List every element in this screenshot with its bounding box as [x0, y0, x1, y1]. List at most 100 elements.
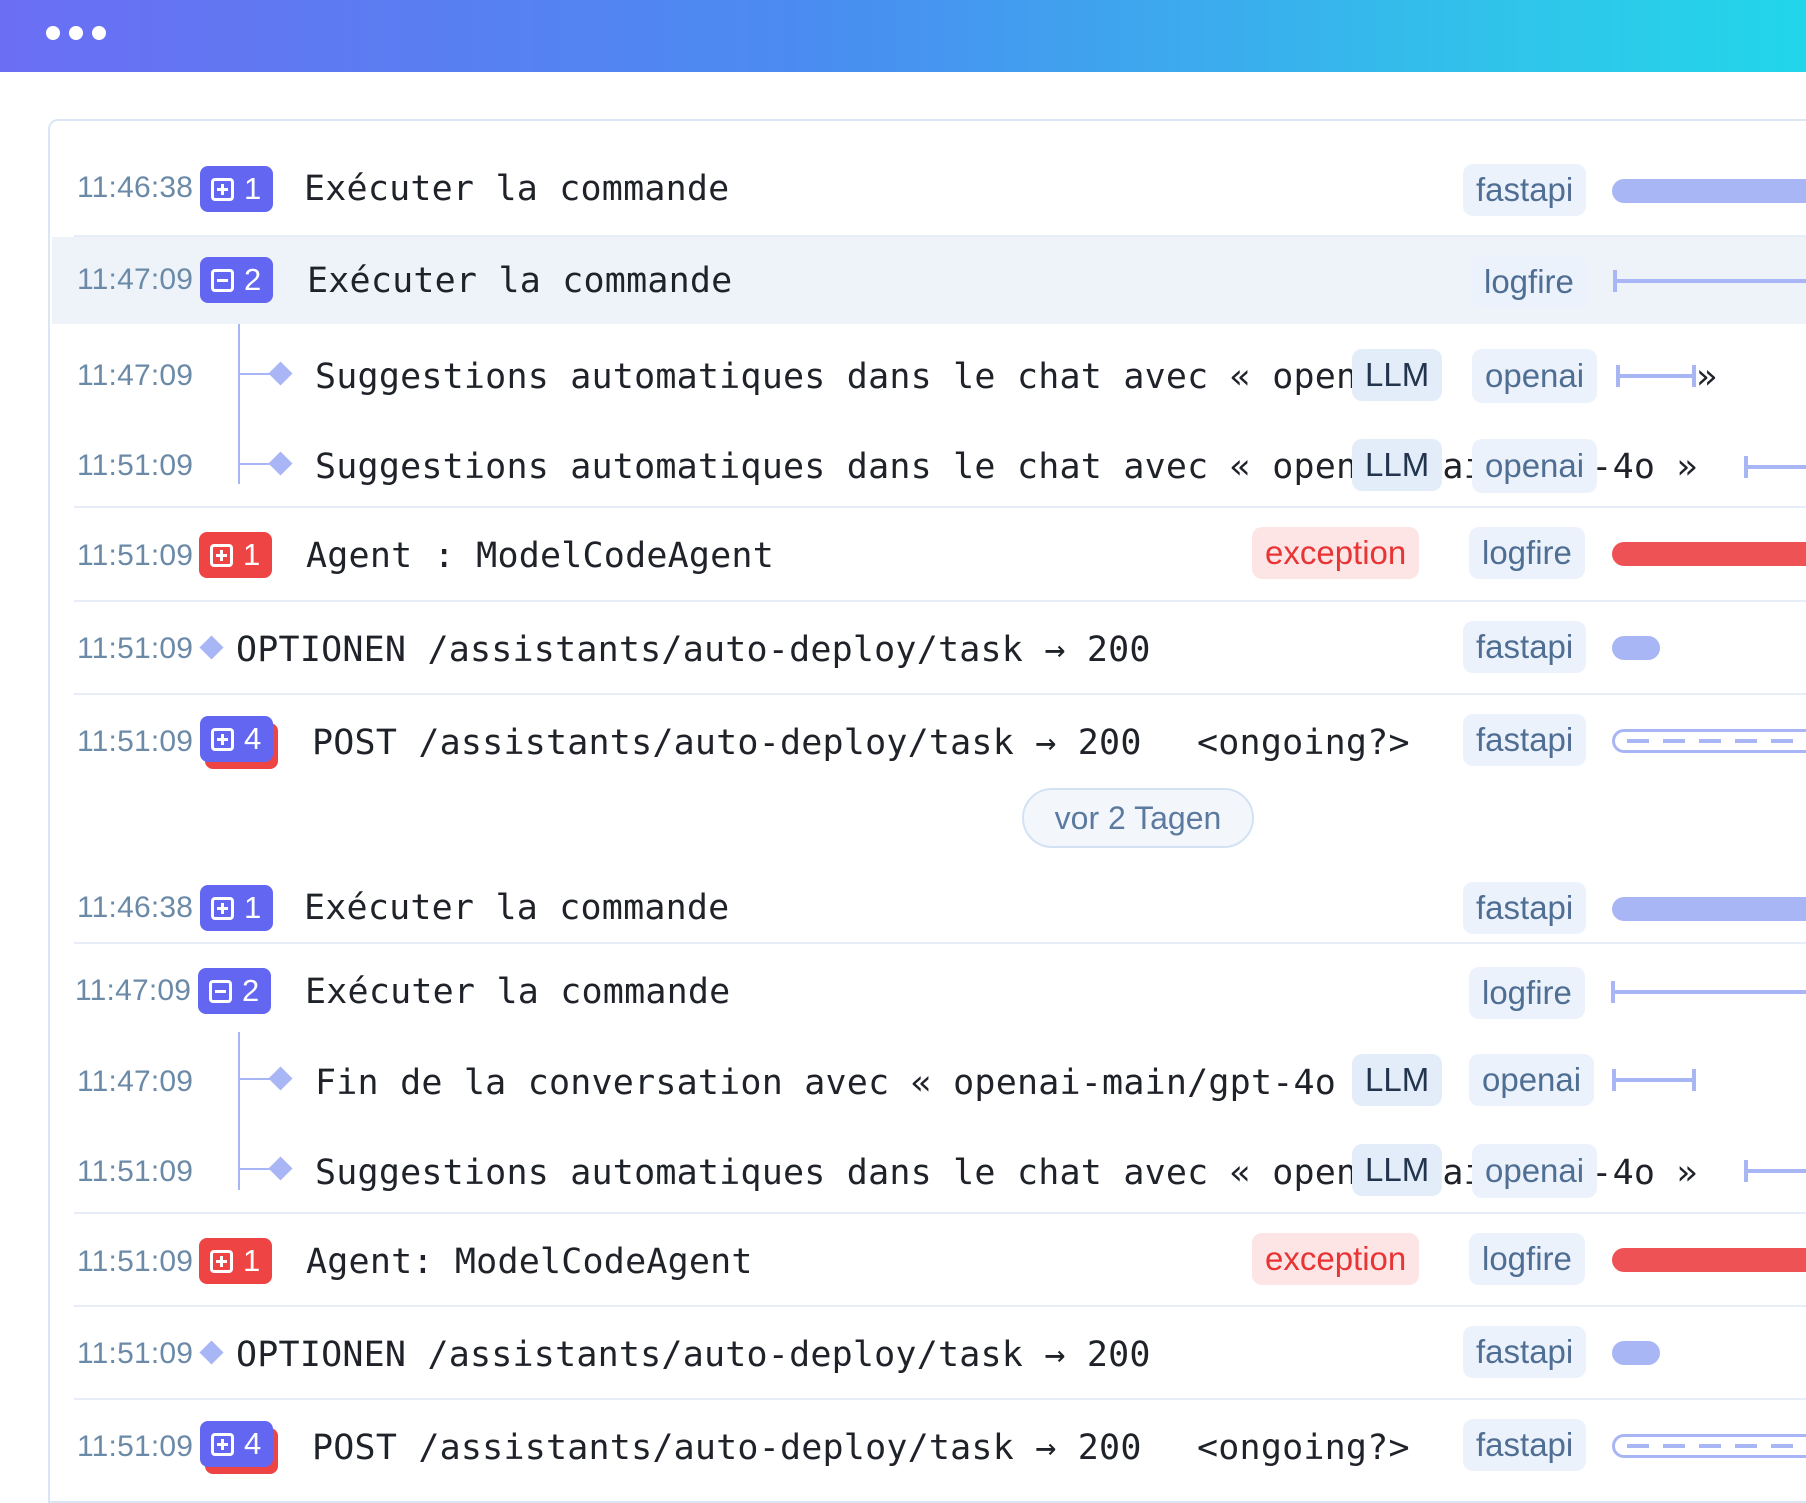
- service-tag: fastapi: [1463, 621, 1587, 673]
- span-diamond-icon: [268, 1066, 293, 1091]
- llm-tag: LLM: [1352, 349, 1443, 401]
- span-diamond-icon: [199, 1340, 224, 1365]
- timestamp: 11:47:09: [77, 359, 194, 392]
- service-tag: openai: [1472, 349, 1598, 403]
- timestamp: 11:51:09: [77, 449, 194, 482]
- service-tag: fastapi: [1463, 714, 1587, 766]
- window-dot-icon[interactable]: [92, 26, 106, 40]
- timestamp: 11:51:09: [77, 632, 194, 665]
- expand-button[interactable]: 1: [200, 885, 274, 931]
- expand-icon: [211, 727, 234, 751]
- trace-row[interactable]: 11:51:09 4 POST /assistants/auto-deploy/…: [50, 695, 1806, 787]
- span-diamond-icon: [268, 451, 293, 476]
- span-title: OPTIONEN /assistants/auto-deploy/task → …: [236, 630, 1151, 670]
- service-tag: openai: [1472, 1144, 1598, 1198]
- timestamp: 11:51:09: [77, 1337, 194, 1370]
- span-diamond-icon: [268, 1156, 293, 1181]
- ongoing-status: <ongoing?>: [1197, 1428, 1410, 1468]
- service-tag: logfire: [1469, 967, 1585, 1019]
- expand-button[interactable]: 4: [200, 716, 274, 762]
- duration-line: [1612, 1078, 1696, 1082]
- trace-row[interactable]: 11:47:09 Fin de la conversation avec « o…: [50, 1032, 1806, 1122]
- service-tag: fastapi: [1463, 164, 1587, 216]
- trace-row[interactable]: 11:46:38 1 Exécuter la commande fastapi: [50, 859, 1806, 952]
- trace-row[interactable]: 11:47:09 2 Exécuter la commande logfire: [50, 944, 1806, 1034]
- expand-icon: [210, 543, 233, 567]
- child-count: 1: [243, 1243, 261, 1278]
- service-tag: fastapi: [1463, 1419, 1587, 1471]
- date-divider: vor 2 Tagen: [1022, 788, 1254, 848]
- expand-button[interactable]: 1: [199, 1238, 273, 1284]
- expand-button[interactable]: 4: [200, 1421, 274, 1467]
- exception-tag: exception: [1252, 1233, 1420, 1285]
- duration-bar: [1612, 636, 1660, 660]
- timestamp: 11:47:09: [77, 263, 194, 296]
- expand-button[interactable]: 1: [200, 166, 274, 212]
- expand-icon: [211, 896, 234, 920]
- collapse-button[interactable]: 2: [200, 257, 274, 303]
- llm-tag: LLM: [1352, 439, 1443, 491]
- duration-bar: [1612, 179, 1806, 203]
- service-tag: logfire: [1469, 1233, 1585, 1285]
- trace-row[interactable]: 11:51:09 OPTIONEN /assistants/auto-deplo…: [50, 1307, 1806, 1398]
- trace-row[interactable]: 11:51:09 OPTIONEN /assistants/auto-deplo…: [50, 602, 1806, 693]
- duration-line: [1613, 279, 1806, 283]
- trace-row[interactable]: 11:51:09 1 Agent : ModelCodeAgent except…: [50, 508, 1806, 600]
- span-title: Agent : ModelCodeAgent: [306, 536, 774, 576]
- duration-line: [1616, 374, 1696, 378]
- timestamp: 11:47:09: [77, 1065, 194, 1098]
- timestamp: 11:51:09: [77, 1245, 194, 1278]
- window-dot-icon[interactable]: [46, 26, 60, 40]
- llm-tag: LLM: [1352, 1054, 1443, 1106]
- child-count: 2: [244, 262, 262, 297]
- timestamp: 11:51:09: [77, 1155, 194, 1188]
- trace-row[interactable]: 11:51:09 4 POST /assistants/auto-deploy/…: [50, 1400, 1806, 1492]
- expand-icon: [211, 177, 234, 201]
- trace-row-selected[interactable]: 11:47:09 2 Exécuter la commande logfire: [52, 237, 1806, 324]
- duration-line: [1744, 1169, 1806, 1173]
- duration-line: [1611, 990, 1806, 994]
- trace-row[interactable]: 11:51:09 Suggestions automatiques dans l…: [50, 414, 1806, 506]
- window-controls: [46, 26, 106, 40]
- service-tag: openai: [1469, 1054, 1595, 1106]
- timestamp: 11:51:09: [77, 725, 194, 758]
- ongoing-duration-bar: [1612, 1434, 1806, 1458]
- timestamp: 11:46:38: [77, 891, 194, 924]
- span-diamond-icon: [268, 361, 293, 386]
- service-tag: openai: [1472, 439, 1598, 493]
- ongoing-duration-bar: [1612, 729, 1806, 753]
- span-title: OPTIONEN /assistants/auto-deploy/task → …: [236, 1335, 1151, 1375]
- span-title: Exécuter la commande: [304, 169, 730, 209]
- expand-icon: [211, 1432, 234, 1456]
- child-count: 1: [243, 537, 261, 572]
- expand-icon: [210, 1249, 233, 1273]
- service-tag: fastapi: [1463, 1326, 1587, 1378]
- service-tag: logfire: [1469, 527, 1585, 579]
- trace-row[interactable]: 11:47:09 Suggestions automatiques dans l…: [50, 324, 1806, 414]
- span-title: Suggestions automatiques dans le chat av…: [315, 357, 1410, 397]
- duration-bar: [1612, 1248, 1806, 1272]
- span-title: Exécuter la commande: [305, 972, 731, 1012]
- child-count: 4: [244, 1426, 262, 1461]
- ongoing-status: <ongoing?>: [1197, 723, 1410, 763]
- trace-row[interactable]: 11:46:38 1 Exécuter la commande fastapi: [50, 121, 1806, 239]
- span-title: Exécuter la commande: [307, 261, 733, 301]
- span-title: Agent: ModelCodeAgent: [306, 1242, 753, 1282]
- span-title: POST /assistants/auto-deploy/task → 200: [312, 1428, 1142, 1468]
- duration-bar: [1612, 897, 1806, 921]
- collapse-button[interactable]: 2: [198, 968, 272, 1014]
- window-dot-icon[interactable]: [69, 26, 83, 40]
- trace-row[interactable]: 11:51:09 1 Agent: ModelCodeAgent excepti…: [50, 1214, 1806, 1305]
- span-title: POST /assistants/auto-deploy/task → 200: [312, 723, 1142, 763]
- exception-tag: exception: [1252, 527, 1420, 579]
- child-count: 1: [244, 890, 262, 925]
- service-tag: logfire: [1471, 256, 1587, 308]
- service-tag: fastapi: [1463, 882, 1587, 934]
- expand-button[interactable]: 1: [199, 532, 273, 578]
- timestamp: 11:51:09: [77, 1430, 194, 1463]
- trace-row[interactable]: 11:51:09 Suggestions automatiques dans l…: [50, 1122, 1806, 1212]
- duration-cap: [1692, 1069, 1696, 1091]
- span-title: Exécuter la commande: [304, 888, 730, 928]
- span-diamond-icon: [199, 635, 224, 660]
- duration-line: [1744, 465, 1806, 469]
